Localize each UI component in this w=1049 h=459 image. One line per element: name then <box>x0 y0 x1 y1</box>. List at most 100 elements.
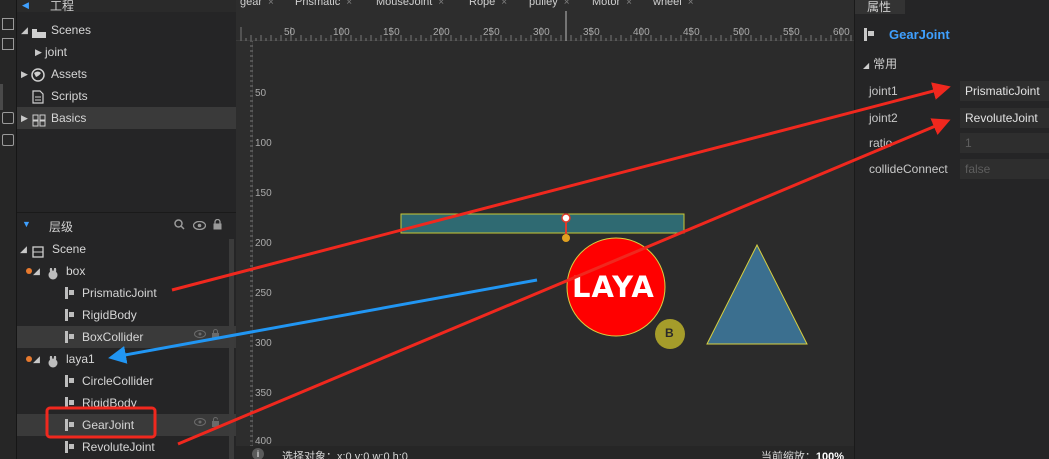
search-icon[interactable] <box>174 219 185 233</box>
project-panel-header[interactable]: ◀ 工程 <box>17 0 236 13</box>
collapse-triangle-icon[interactable]: ◢ <box>863 61 869 70</box>
info-icon[interactable]: i <box>252 448 264 459</box>
project-panel: ◀ 工程 ◢ Scenes ▶ joint ▶ Assets Scripts ▶… <box>17 0 236 212</box>
tree-item-label: Basics <box>51 111 87 125</box>
hierarchy-node-prismaticjoint[interactable]: PrismaticJoint <box>17 282 236 304</box>
expand-arrow-icon[interactable]: ▶ <box>35 41 42 63</box>
ratio-field[interactable]: 1 <box>960 133 1049 153</box>
prop-key: joint1 <box>869 84 898 98</box>
component-icon <box>64 331 74 343</box>
tree-item-scripts[interactable]: Scripts <box>17 85 236 107</box>
tab-properties[interactable]: 属性 <box>855 0 905 14</box>
activity-strip <box>0 0 17 459</box>
joint1-field[interactable]: PrismaticJoint <box>960 81 1049 101</box>
eye-icon[interactable] <box>192 220 206 233</box>
tree-item-label: Assets <box>51 67 88 81</box>
zoom-value: 100% <box>815 451 844 459</box>
hierarchy-node-laya1[interactable]: ◢ laya1 <box>17 348 236 370</box>
badge-text: B <box>665 326 674 340</box>
node-label: PrismaticJoint <box>82 286 157 300</box>
hierarchy-node-boxcollider[interactable]: BoxCollider <box>17 326 236 348</box>
globe-icon <box>31 67 45 82</box>
tree-item-assets[interactable]: ▶ Assets <box>17 63 236 85</box>
property-group-header[interactable]: ◢ 常用 <box>863 55 897 72</box>
component-icon <box>64 397 74 409</box>
expand-arrow-icon[interactable]: ▶ <box>21 63 28 85</box>
joint2-field[interactable]: RevoluteJoint <box>960 108 1049 128</box>
prop-row-ratio: ratio 1 <box>855 132 1049 154</box>
hierarchy-node-revolutejoint[interactable]: RevoluteJoint <box>17 436 236 458</box>
properties-panel: 属性 GearJoint ◢ 常用 joint1 PrismaticJoint j… <box>854 0 1049 459</box>
node-label: CircleCollider <box>82 374 154 388</box>
properties-tab-label: 属性 <box>867 0 892 14</box>
joint-anchor-handle[interactable] <box>561 213 571 223</box>
prop-key: joint2 <box>869 111 898 125</box>
tree-item-label: Scripts <box>51 89 88 103</box>
scene-icon <box>32 243 46 258</box>
tree-item-scenes[interactable]: ◢ Scenes <box>17 19 236 41</box>
hierarchy-header[interactable]: ▼ 层级 <box>17 213 236 237</box>
selection-readout: 选择对象：x:0 y:0 w:0 h:0 <box>282 451 408 459</box>
node-label: BoxCollider <box>82 330 144 344</box>
hierarchy-node-circlecollider[interactable]: CircleCollider <box>17 370 236 392</box>
zoom-label: 当前缩放： <box>760 451 816 459</box>
node-label: RigidBody <box>82 396 137 410</box>
prop-row-joint2: joint2 RevoluteJoint <box>855 107 1049 129</box>
hierarchy-node-box[interactable]: ◢ box <box>17 260 236 282</box>
hierarchy-node-gearjoint[interactable]: GearJoint <box>17 414 236 436</box>
hierarchy-title: 层级 <box>49 220 74 234</box>
sprite-node-icon <box>47 353 61 368</box>
scene-editor: gear × Prismatic × MouseJoint × Rope × pulle… <box>236 0 854 459</box>
collapse-triangle-icon[interactable]: ▼ <box>22 219 31 229</box>
script-file-icon <box>32 89 46 104</box>
node-label: box <box>66 264 86 278</box>
laya-logo-text: LAYA <box>572 270 655 304</box>
lock-icon[interactable] <box>213 218 222 233</box>
expand-arrow-icon[interactable]: ▶ <box>21 107 28 129</box>
component-icon <box>64 419 74 431</box>
tree-item-basics[interactable]: ▶ Basics <box>17 107 236 129</box>
prop-key: collideConnect <box>869 162 948 176</box>
zoom-readout: 当前缩放：100% <box>761 448 844 459</box>
panel-icon[interactable] <box>2 134 14 146</box>
strip-active-indicator <box>0 84 3 110</box>
row-visibility-toggle[interactable] <box>194 414 222 436</box>
tree-item-joint[interactable]: ▶ joint <box>17 41 236 63</box>
group-label: 常用 <box>873 57 898 71</box>
tree-item-label: Scenes <box>51 23 92 37</box>
folder-scenes-icon <box>32 24 46 38</box>
component-icon <box>64 375 74 387</box>
component-icon <box>64 441 74 453</box>
row-visibility-toggle[interactable] <box>194 326 222 348</box>
component-icon <box>863 28 875 41</box>
expand-arrow-icon[interactable]: ◢ <box>20 238 27 260</box>
node-label: RevoluteJoint <box>82 440 155 454</box>
stage-canvas[interactable] <box>236 0 854 459</box>
prop-key: ratio <box>869 136 893 150</box>
joint-anchor-dot[interactable] <box>562 234 570 242</box>
triangle-sprite[interactable] <box>706 243 808 345</box>
component-icon <box>64 309 74 321</box>
hierarchy-node-rigidbody[interactable]: RigidBody <box>17 304 236 326</box>
project-panel-title: 工程 <box>50 0 75 13</box>
box-sprite[interactable] <box>400 213 685 234</box>
node-label: Scene <box>52 242 87 256</box>
collapse-triangle-icon[interactable]: ◀ <box>22 0 29 10</box>
node-label: RigidBody <box>82 308 137 322</box>
component-title: GearJoint <box>889 27 950 42</box>
hierarchy-node-scene[interactable]: ◢ Scene <box>17 238 236 260</box>
layout-icon[interactable] <box>2 18 14 30</box>
node-label: laya1 <box>66 352 95 366</box>
layout-icon[interactable] <box>2 38 14 50</box>
status-bar: i 选择对象：x:0 y:0 w:0 h:0 当前缩放：100% <box>236 446 854 459</box>
hierarchy-scrollbar-thumb[interactable] <box>229 239 234 459</box>
hierarchy-panel: ▼ 层级 ◢ Scene ◢ box PrismaticJoint RigidB… <box>17 212 236 459</box>
expand-arrow-icon[interactable]: ◢ <box>33 260 40 282</box>
panel-icon[interactable] <box>2 112 14 124</box>
component-icon <box>64 287 74 299</box>
hierarchy-node-rigidbody-2[interactable]: RigidBody <box>17 392 236 414</box>
expand-arrow-icon[interactable]: ◢ <box>21 19 28 41</box>
expand-arrow-icon[interactable]: ◢ <box>33 348 40 370</box>
modified-dot-icon <box>26 268 32 274</box>
collideconnect-field[interactable]: false <box>960 159 1049 179</box>
